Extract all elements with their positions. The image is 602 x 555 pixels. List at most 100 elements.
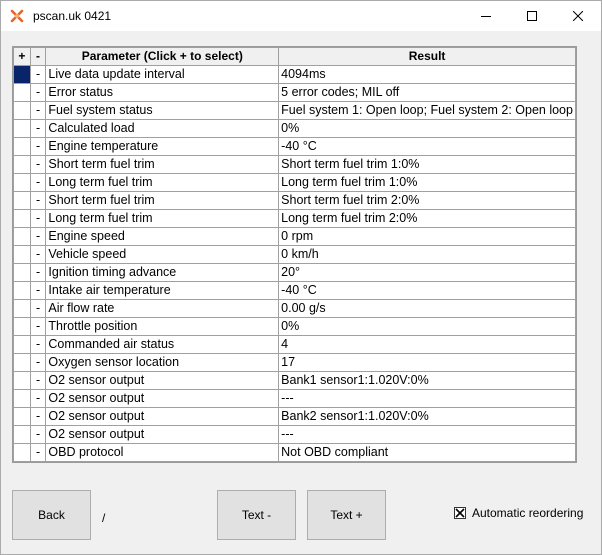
row-select-cell[interactable] <box>13 191 31 210</box>
parameter-cell: O2 sensor output <box>45 407 280 426</box>
table-row[interactable]: - O2 sensor output Bank1 sensor1:1.020V:0% <box>13 371 576 390</box>
row-marker[interactable]: - <box>29 443 47 462</box>
row-marker[interactable]: - <box>29 101 47 120</box>
table-row[interactable]: - Throttle position 0% <box>13 317 576 336</box>
row-marker[interactable]: - <box>29 353 47 372</box>
table-row[interactable]: - Oxygen sensor location 17 <box>13 353 576 372</box>
row-select-cell[interactable] <box>13 281 31 300</box>
row-select-cell[interactable] <box>13 173 31 192</box>
result-cell: 17 <box>278 353 576 372</box>
table-row[interactable]: - Calculated load 0% <box>13 119 576 138</box>
row-select-cell[interactable] <box>13 371 31 390</box>
result-cell: 0.00 g/s <box>278 299 576 318</box>
row-marker[interactable]: - <box>29 155 47 174</box>
parameter-grid[interactable]: + - Parameter (Click + to select) Result… <box>12 46 577 463</box>
table-row[interactable]: - Live data update interval 4094ms <box>13 65 576 84</box>
row-marker[interactable]: - <box>29 65 47 84</box>
row-select-cell[interactable] <box>13 407 31 426</box>
minimize-button[interactable] <box>463 1 509 31</box>
parameter-cell: Air flow rate <box>45 299 280 318</box>
table-row[interactable]: - Short term fuel trim Short term fuel tri… <box>13 191 576 210</box>
row-select-cell[interactable] <box>13 263 31 282</box>
table-row[interactable]: - Intake air temperature -40 °C <box>13 281 576 300</box>
parameter-cell: OBD protocol <box>45 443 280 462</box>
close-button[interactable] <box>555 1 601 31</box>
row-marker[interactable]: - <box>29 137 47 156</box>
row-marker[interactable]: - <box>29 119 47 138</box>
row-marker[interactable]: - <box>29 281 47 300</box>
row-select-cell[interactable] <box>13 317 31 336</box>
table-row[interactable]: - Error status 5 error codes; MIL off <box>13 83 576 102</box>
parameter-cell: Vehicle speed <box>45 245 280 264</box>
row-select-cell[interactable] <box>13 299 31 318</box>
row-select-cell[interactable] <box>13 227 31 246</box>
row-select-cell[interactable] <box>13 209 31 228</box>
table-row[interactable]: - OBD protocol Not OBD compliant <box>13 443 576 462</box>
back-button[interactable]: Back <box>12 490 91 540</box>
row-select-cell[interactable] <box>13 425 31 444</box>
row-select-cell[interactable] <box>13 101 31 120</box>
text-minus-button[interactable]: Text - <box>217 490 296 540</box>
header-result[interactable]: Result <box>278 47 576 66</box>
table-row[interactable]: - Engine speed 0 rpm <box>13 227 576 246</box>
row-select-cell[interactable] <box>13 119 31 138</box>
row-marker[interactable]: - <box>29 227 47 246</box>
row-marker[interactable]: - <box>29 371 47 390</box>
table-row[interactable]: - Vehicle speed 0 km/h <box>13 245 576 264</box>
row-select-cell[interactable] <box>13 83 31 102</box>
row-marker[interactable]: - <box>29 407 47 426</box>
row-marker[interactable]: - <box>29 299 47 318</box>
row-marker[interactable]: - <box>29 425 47 444</box>
row-marker[interactable]: - <box>29 317 47 336</box>
row-marker[interactable]: - <box>29 245 47 264</box>
table-row[interactable]: - Commanded air status 4 <box>13 335 576 354</box>
header-plus[interactable]: + <box>13 47 31 66</box>
row-select-cell[interactable] <box>13 65 31 84</box>
row-marker[interactable]: - <box>29 173 47 192</box>
result-cell: --- <box>278 389 576 408</box>
text-plus-button[interactable]: Text + <box>307 490 386 540</box>
row-marker[interactable]: - <box>29 83 47 102</box>
table-row[interactable]: - Air flow rate 0.00 g/s <box>13 299 576 318</box>
row-select-cell[interactable] <box>13 155 31 174</box>
maximize-button[interactable] <box>509 1 555 31</box>
parameter-cell: Commanded air status <box>45 335 280 354</box>
result-cell: 5 error codes; MIL off <box>278 83 576 102</box>
table-row[interactable]: - Long term fuel trim Long term fuel trim … <box>13 209 576 228</box>
parameter-cell: O2 sensor output <box>45 425 280 444</box>
table-row[interactable]: - O2 sensor output --- <box>13 389 576 408</box>
row-marker[interactable]: - <box>29 389 47 408</box>
table-row[interactable]: - O2 sensor output --- <box>13 425 576 444</box>
parameter-cell: O2 sensor output <box>45 389 280 408</box>
row-marker[interactable]: - <box>29 263 47 282</box>
row-select-cell[interactable] <box>13 443 31 462</box>
result-cell: 4094ms <box>278 65 576 84</box>
table-row[interactable]: - Ignition timing advance 20° <box>13 263 576 282</box>
table-row[interactable]: - Fuel system status Fuel system 1: Open l… <box>13 101 576 120</box>
table-row[interactable]: - Short term fuel trim Short term fuel tri… <box>13 155 576 174</box>
result-cell: -40 °C <box>278 281 576 300</box>
row-marker[interactable]: - <box>29 209 47 228</box>
result-cell: 0 km/h <box>278 245 576 264</box>
header-minus[interactable]: - <box>29 47 47 66</box>
table-row[interactable]: - Long term fuel trim Long term fuel trim … <box>13 173 576 192</box>
row-select-cell[interactable] <box>13 335 31 354</box>
title-bar[interactable]: pscan.uk 0421 <box>1 1 601 31</box>
row-select-cell[interactable] <box>13 137 31 156</box>
row-marker[interactable]: - <box>29 191 47 210</box>
auto-reorder-checkbox[interactable] <box>454 507 466 519</box>
table-row[interactable]: - Engine temperature -40 °C <box>13 137 576 156</box>
auto-reorder-label: Automatic reordering <box>472 506 584 520</box>
parameter-cell: Error status <box>45 83 280 102</box>
row-marker[interactable]: - <box>29 335 47 354</box>
row-select-cell[interactable] <box>13 353 31 372</box>
result-cell: 0% <box>278 119 576 138</box>
grid-header-row: + - Parameter (Click + to select) Result <box>13 47 576 66</box>
table-row[interactable]: - O2 sensor output Bank2 sensor1:1.020V:0% <box>13 407 576 426</box>
row-select-cell[interactable] <box>13 245 31 264</box>
parameter-cell: Short term fuel trim <box>45 191 280 210</box>
parameter-cell: Engine temperature <box>45 137 280 156</box>
row-select-cell[interactable] <box>13 389 31 408</box>
header-parameter[interactable]: Parameter (Click + to select) <box>45 47 280 66</box>
result-cell: Fuel system 1: Open loop; Fuel system 2:… <box>278 101 576 120</box>
